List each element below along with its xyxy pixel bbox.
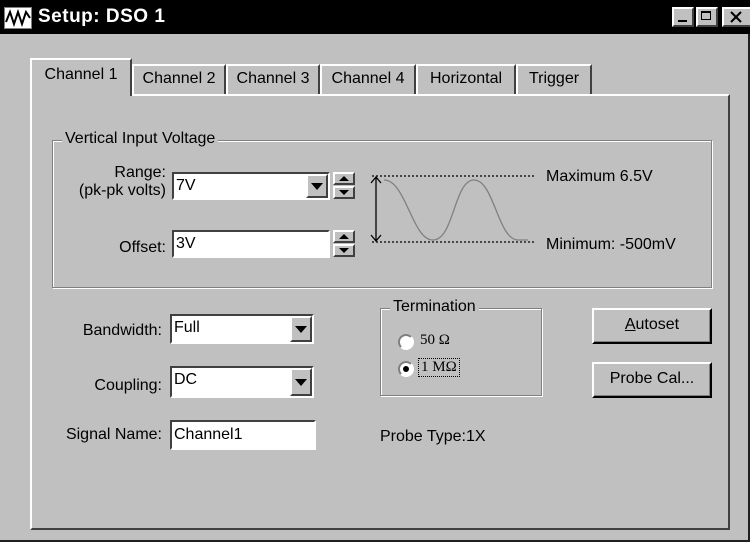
setup-window: Setup: DSO 1 Channel 1 Channel 2 Channel… [0, 0, 750, 542]
tab-trigger[interactable]: Trigger [516, 64, 592, 94]
minimize-button[interactable] [672, 7, 694, 27]
close-button[interactable] [722, 7, 750, 27]
range-spin-up[interactable] [333, 172, 355, 185]
chevron-down-icon [295, 325, 307, 333]
coupling-label: Coupling: [94, 377, 162, 394]
window-title: Setup: DSO 1 [38, 6, 166, 27]
coupling-value: DC [174, 371, 198, 388]
arrow-down-icon [339, 190, 349, 195]
termination-50-ohm-label[interactable]: 50 Ω [420, 332, 450, 349]
offset-value: 3V [176, 235, 196, 252]
bandwidth-label: Bandwidth: [82, 322, 162, 339]
close-icon [730, 11, 742, 23]
tab-channel-3[interactable]: Channel 3 [226, 64, 320, 94]
chevron-down-icon [295, 378, 307, 386]
range-dropdown[interactable]: 7V [172, 172, 330, 200]
coupling-dropdown[interactable]: DC [170, 366, 314, 398]
offset-input[interactable]: 3V [172, 230, 330, 258]
tab-channel-4[interactable]: Channel 4 [320, 64, 416, 94]
arrow-up-icon [339, 176, 349, 181]
bandwidth-dropdown[interactable]: Full [170, 314, 314, 344]
probe-cal-button[interactable]: Probe Cal... [592, 362, 712, 398]
tab-channel-1[interactable]: Channel 1 [30, 58, 132, 96]
termination-50-ohm-radio[interactable] [398, 334, 414, 350]
maximize-icon [701, 11, 711, 20]
termination-1-megaohm-label[interactable]: 1 MΩ [418, 358, 460, 377]
bandwidth-value: Full [174, 319, 200, 336]
offset-spinner[interactable] [333, 230, 355, 258]
tab-horizontal[interactable]: Horizontal [416, 64, 516, 94]
probe-type-text: Probe Type:1X [380, 428, 486, 445]
offset-label: Offset: [119, 239, 166, 256]
signal-name-input[interactable] [170, 420, 316, 450]
autoset-button[interactable]: Autoset [592, 308, 712, 344]
offset-spin-down[interactable] [333, 244, 355, 257]
title-bar[interactable]: Setup: DSO 1 [0, 0, 750, 34]
tab-channel-2[interactable]: Channel 2 [132, 64, 226, 94]
chevron-down-icon [311, 182, 323, 190]
coupling-dropdown-button[interactable] [290, 368, 312, 396]
radio-selected-dot [403, 366, 409, 372]
voltage-range-diagram [370, 175, 534, 243]
waveform-app-icon [4, 7, 32, 29]
minimum-voltage-text: Minimum: -500mV [546, 236, 676, 253]
maximize-button[interactable] [696, 7, 718, 27]
termination-group [380, 308, 542, 396]
bandwidth-dropdown-button[interactable] [290, 316, 312, 342]
range-value: 7V [176, 177, 196, 194]
arrow-down-icon [339, 248, 349, 253]
vertical-input-voltage-label: Vertical Input Voltage [62, 130, 219, 148]
termination-label: Termination [390, 298, 479, 316]
arrow-up-icon [339, 234, 349, 239]
range-spin-down[interactable] [333, 186, 355, 199]
signal-name-text[interactable] [174, 422, 314, 448]
range-dropdown-button[interactable] [306, 174, 328, 198]
range-label: Range: [114, 164, 166, 181]
termination-1-megaohm-radio[interactable] [398, 361, 414, 377]
maximum-voltage-text: Maximum 6.5V [546, 168, 653, 185]
autoset-accelerator: A [624, 316, 636, 333]
autoset-label: utoset [635, 316, 680, 333]
signal-name-label: Signal Name: [65, 426, 162, 443]
range-spinner[interactable] [333, 172, 355, 200]
offset-spin-up[interactable] [333, 230, 355, 243]
minimize-icon [678, 20, 687, 22]
range-units-label: (pk-pk volts) [78, 182, 166, 199]
